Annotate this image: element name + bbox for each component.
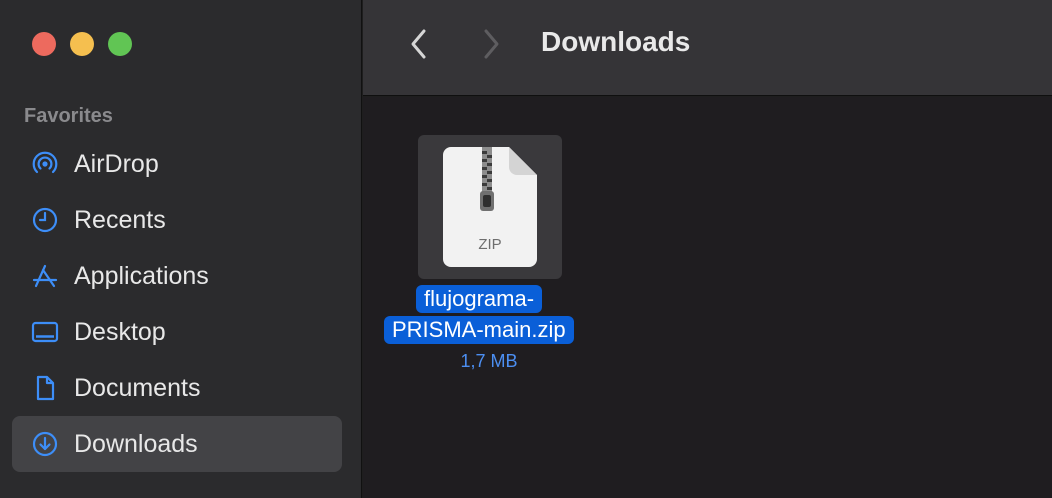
zip-file-icon: ZIP — [443, 147, 537, 267]
sidebar: Favorites AirDrop Recents Applications D… — [0, 0, 362, 498]
sidebar-item-label: Applications — [74, 261, 209, 290]
sidebar-item-documents[interactable]: Documents — [12, 360, 342, 416]
toolbar: Downloads — [363, 0, 1052, 96]
download-icon — [30, 429, 60, 459]
clock-icon — [30, 205, 60, 235]
sidebar-item-label: Desktop — [74, 317, 166, 346]
applications-icon — [30, 261, 60, 291]
forward-button[interactable] — [475, 26, 507, 62]
sidebar-item-recents[interactable]: Recents — [12, 192, 342, 248]
window-controls — [32, 32, 132, 56]
sidebar-nav: AirDrop Recents Applications Desktop Doc… — [12, 136, 342, 472]
file-size: 1,7 MB — [460, 351, 518, 371]
back-button[interactable] — [403, 26, 435, 62]
minimize-button[interactable] — [70, 32, 94, 56]
sidebar-item-label: AirDrop — [74, 149, 159, 178]
chevron-left-icon — [411, 29, 426, 59]
desktop-icon — [30, 317, 60, 347]
window-title: Downloads — [541, 26, 691, 57]
file-name[interactable]: PRISMA-main.zip — [384, 316, 574, 344]
favorites-header: Favorites — [24, 105, 113, 127]
file-thumbnail[interactable]: ZIP — [418, 135, 562, 279]
close-button[interactable] — [32, 32, 56, 56]
airdrop-icon — [30, 149, 60, 179]
document-icon — [30, 373, 60, 403]
sidebar-item-label: Recents — [74, 205, 166, 234]
file-name[interactable]: flujograma- — [416, 285, 543, 313]
sidebar-item-label: Documents — [74, 373, 201, 402]
sidebar-item-label: Downloads — [74, 429, 198, 458]
zip-label: ZIP — [478, 236, 501, 253]
sidebar-item-applications[interactable]: Applications — [12, 248, 342, 304]
sidebar-item-desktop[interactable]: Desktop — [12, 304, 342, 360]
zoom-button[interactable] — [108, 32, 132, 56]
sidebar-item-airdrop[interactable]: AirDrop — [12, 136, 342, 192]
file-browser[interactable]: ZIP flujograma- PRISMA-main.zip 1,7 MB — [363, 97, 1052, 498]
sidebar-item-downloads[interactable]: Downloads — [12, 416, 342, 472]
chevron-right-icon — [484, 29, 499, 59]
